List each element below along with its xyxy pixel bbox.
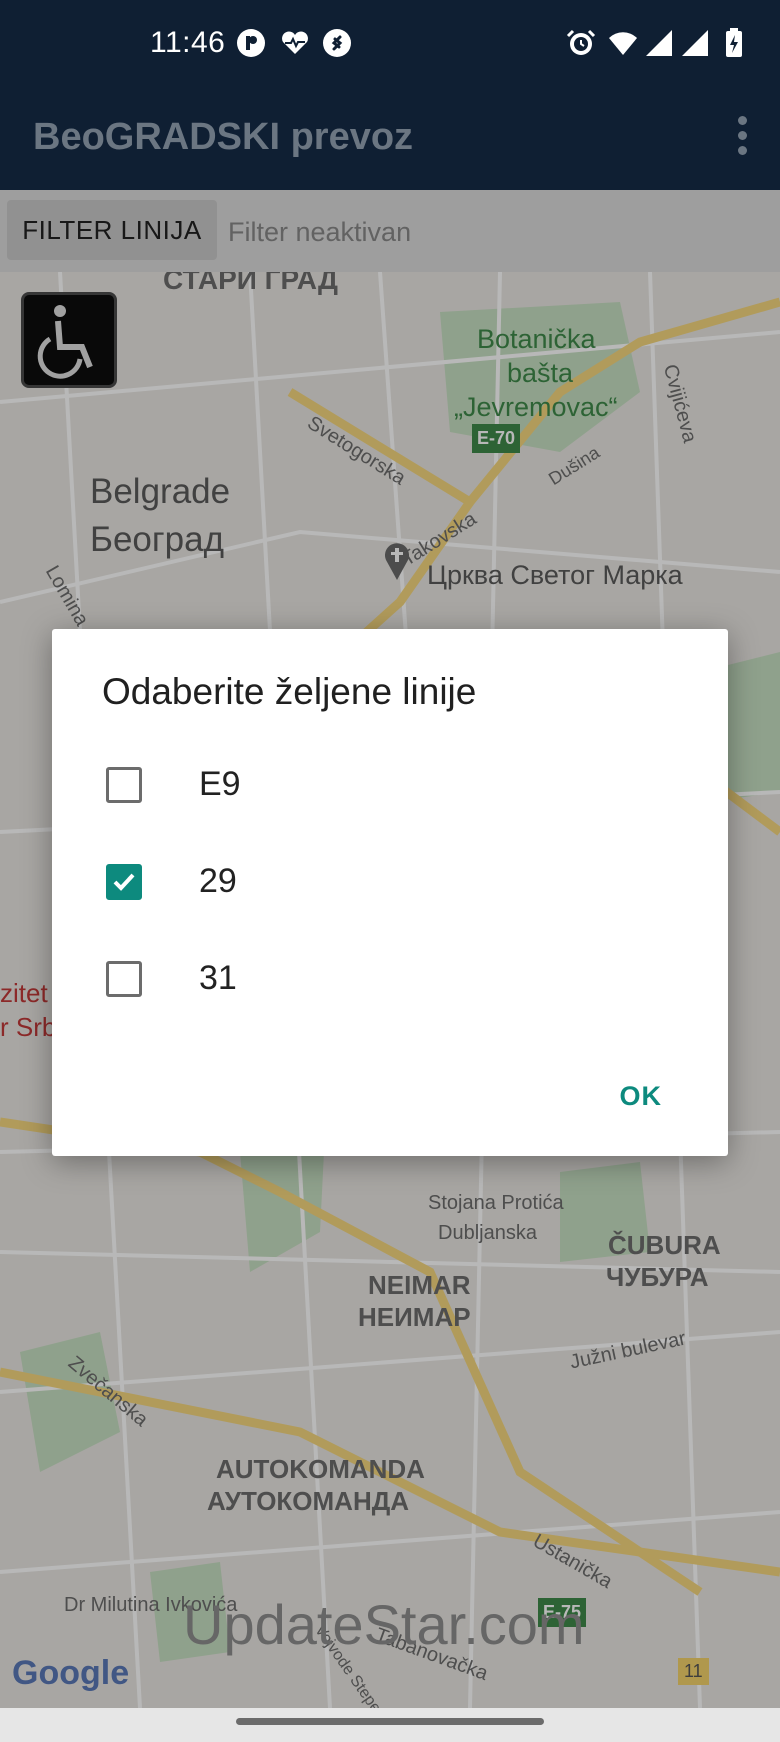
line-option-label: 31 [199,959,237,997]
checkbox-checked[interactable] [106,864,142,900]
line-select-dialog: Odaberite željene linije E9 29 31 OK [52,629,728,1156]
home-gesture-handle[interactable] [236,1718,544,1725]
signal-icon [682,30,708,56]
heart-rate-icon [282,31,308,54]
app-bar: BeoGRADSKI prevoz [0,88,780,190]
checkmark-icon [113,873,135,891]
line-option-29[interactable]: 29 [52,834,728,930]
alarm-icon [566,29,596,55]
notification-p-icon [237,29,265,57]
ok-button[interactable]: OK [620,1081,663,1112]
navigation-bar [0,1708,780,1742]
status-time: 11:46 [150,26,226,59]
battery-charging-icon [726,28,742,57]
dialog-title: Odaberite željene linije [102,671,477,712]
checkbox-unchecked[interactable] [106,961,142,997]
status-bar: 11:46 [0,0,780,88]
line-option-e9[interactable]: E9 [52,737,728,833]
wifi-icon [609,32,637,55]
checkbox-unchecked[interactable] [106,767,142,803]
shazam-icon [323,29,351,57]
line-option-label: 29 [199,862,237,900]
line-option-label: E9 [199,765,241,803]
app-title: BeoGRADSKI prevoz [33,116,414,158]
line-option-31[interactable]: 31 [52,931,728,1027]
more-vert-icon[interactable] [730,116,754,162]
signal-icon [646,30,672,56]
